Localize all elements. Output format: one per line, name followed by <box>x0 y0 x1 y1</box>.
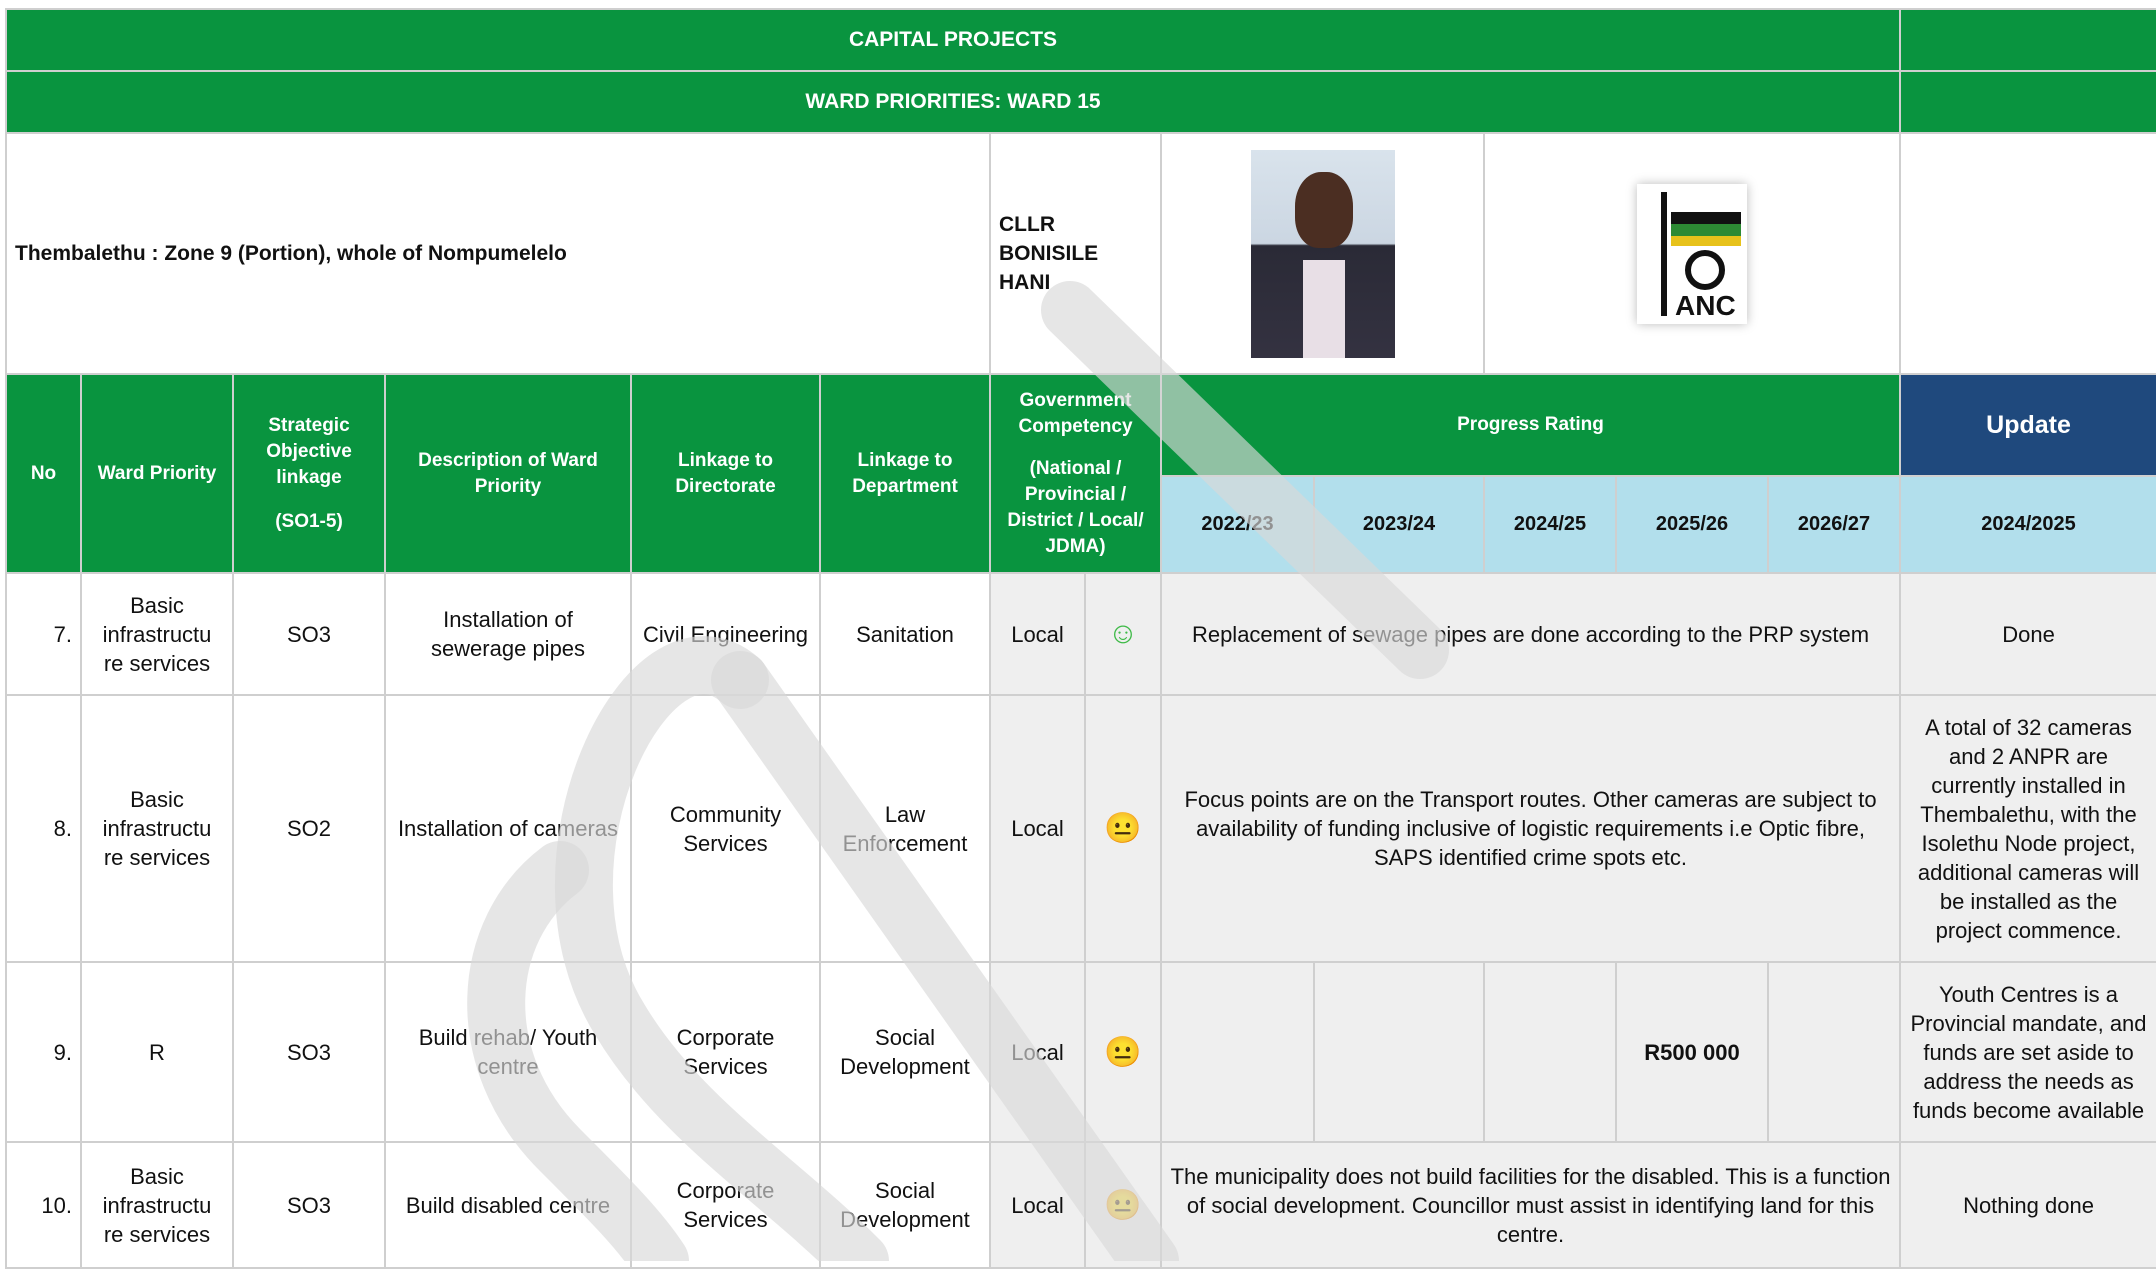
row-priority: Basic infrastructu re services <box>80 1141 234 1269</box>
row-no: 10. <box>5 1141 82 1269</box>
row-no: 7. <box>5 572 82 696</box>
photo-shirt-shape <box>1302 259 1345 358</box>
smiley-neutral-icon: 😐 <box>1084 694 1162 963</box>
col-header-department: Linkage to Department <box>819 373 991 574</box>
ward-area-label: Thembalethu : Zone 9 (Portion), whole of… <box>5 132 991 375</box>
row-priority: Basic infrastructu re services <box>80 694 234 963</box>
row-no: 9. <box>5 961 82 1143</box>
so-header-line1: Strategic Objective linkage <box>266 414 352 488</box>
year-header-2023: 2023/24 <box>1313 475 1485 574</box>
table-row: 9. R SO3 Build rehab/ Youth centre Corpo… <box>5 961 2156 1143</box>
row-competency: Local <box>989 694 1086 963</box>
so-header-line2: (SO1-5) <box>275 510 343 532</box>
row-2022-cell <box>1160 961 1315 1143</box>
subtitle-banner: WARD PRIORITIES: WARD 15 <box>4 70 1902 134</box>
update-year-header: 2024/2025 <box>1899 475 2156 574</box>
row-directorate: Community Services <box>630 694 821 963</box>
row-competency: Local <box>989 572 1086 696</box>
logo-black-stripe <box>1671 211 1741 224</box>
row-update: Nothing done <box>1899 1141 2156 1269</box>
table-row: 10. Basic infrastructu re services SO3 B… <box>5 1141 2156 1269</box>
year-header-2026: 2026/27 <box>1766 475 1902 574</box>
col-header-directorate: Linkage to Directorate <box>630 373 821 574</box>
col-header-description: Description of Ward Priority <box>384 373 632 574</box>
logo-wheel-icon <box>1685 249 1725 290</box>
row-2025-budget: R500 000 <box>1615 961 1769 1143</box>
logo-yellow-stripe <box>1671 235 1741 246</box>
row-description: Installation of sewerage pipes <box>384 572 632 696</box>
row-no: 8. <box>5 694 82 963</box>
row-directorate: Civil Engineering <box>630 572 821 696</box>
logo-text: ANC <box>1675 289 1736 321</box>
row-priority: R <box>80 961 234 1143</box>
row-so: SO3 <box>232 961 386 1143</box>
spreadsheet: CAPITAL PROJECTS WARD PRIORITIES: WARD 1… <box>0 0 2156 1269</box>
competency-header-line1: Government Competency <box>1018 389 1133 437</box>
row-directorate: Corporate Services <box>630 1141 821 1269</box>
anc-logo: ANC <box>1637 183 1747 324</box>
ward-priorities-table: CAPITAL PROJECTS WARD PRIORITIES: WARD 1… <box>4 8 2156 1269</box>
councillor-photo <box>1250 149 1395 358</box>
row-directorate: Corporate Services <box>630 961 821 1143</box>
councillor-name-line1: CLLR BONISILE <box>999 213 1099 265</box>
row-description: Build rehab/ Youth centre <box>384 961 632 1143</box>
row-progress-note: Focus points are on the Transport routes… <box>1159 694 1902 963</box>
row-update: Youth Centres is a Provincial mandate, a… <box>1899 961 2156 1143</box>
row-department: Social Development <box>819 1141 991 1269</box>
row-2024-cell <box>1483 961 1617 1143</box>
councillor-name: CLLR BONISILE HANI <box>989 132 1162 375</box>
row-progress-note: The municipality does not build faciliti… <box>1159 1141 1902 1269</box>
logo-green-stripe <box>1671 223 1741 236</box>
col-header-update: Update <box>1899 373 2156 477</box>
ward-area-text: Thembalethu : Zone 9 (Portion), whole of… <box>15 241 567 265</box>
logo-spear-icon <box>1661 191 1667 316</box>
col-header-ward-priority: Ward Priority <box>80 373 234 574</box>
councillor-name-line2: HANI <box>999 271 1051 294</box>
row-so: SO3 <box>232 572 386 696</box>
row-update: A total of 32 cameras and 2 ANPR are cur… <box>1899 694 2156 963</box>
smiley-neutral-icon: 😐 <box>1084 961 1162 1143</box>
row-so: SO3 <box>232 1141 386 1269</box>
col-header-competency: Government Competency (National / Provin… <box>989 373 1162 574</box>
row-competency: Local <box>989 961 1086 1143</box>
title-banner-extension <box>1899 8 2156 72</box>
year-header-2024: 2024/25 <box>1483 475 1617 574</box>
row-description: Build disabled centre <box>384 1141 632 1269</box>
party-logo-cell: ANC <box>1482 132 1902 375</box>
table-row: 7. Basic infrastructu re services SO3 In… <box>5 572 2156 696</box>
col-header-strategic-objective: Strategic Objective linkage (SO1-5) <box>232 373 386 574</box>
row-progress-note: Replacement of sewage pipes are done acc… <box>1159 572 1902 696</box>
row-so: SO2 <box>232 694 386 963</box>
photo-head-shape <box>1294 171 1353 248</box>
title-banner: CAPITAL PROJECTS <box>4 8 1902 72</box>
table-row: 8. Basic infrastructu re services SO2 In… <box>5 694 2156 963</box>
councillor-photo-cell <box>1160 132 1485 375</box>
row-2023-cell <box>1313 961 1485 1143</box>
smiley-neutral-icon: 😐 <box>1084 1141 1162 1269</box>
year-header-2022: 2022/23 <box>1160 475 1315 574</box>
year-header-2025: 2025/26 <box>1615 475 1769 574</box>
row-2026-cell <box>1766 961 1902 1143</box>
header-blank-cell <box>1899 132 2156 375</box>
row-priority: Basic infrastructu re services <box>80 572 234 696</box>
row-department: Social Development <box>819 961 991 1143</box>
smiley-happy-icon: ☺ <box>1084 572 1162 696</box>
subtitle-banner-extension <box>1899 70 2156 134</box>
col-header-progress-rating: Progress Rating <box>1159 373 1902 477</box>
row-update: Done <box>1899 572 2156 696</box>
competency-header-line2: (National / Provincial / District / Loca… <box>1007 457 1144 557</box>
row-description: Installation of cameras <box>384 694 632 963</box>
row-competency: Local <box>989 1141 1086 1269</box>
row-department: Law Enforcement <box>819 694 991 963</box>
row-department: Sanitation <box>819 572 991 696</box>
col-header-no: No <box>5 373 82 574</box>
